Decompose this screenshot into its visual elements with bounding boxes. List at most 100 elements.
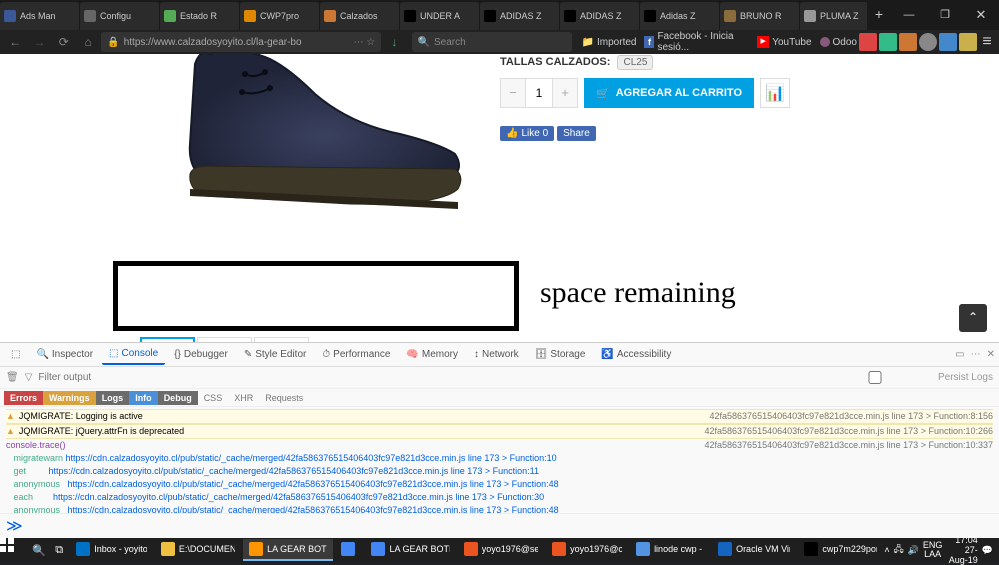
devtools-tab-storage[interactable]: 🗄 Storage bbox=[528, 345, 593, 364]
tray-volume-icon[interactable]: 🔊 bbox=[908, 545, 919, 556]
start-button[interactable] bbox=[0, 538, 29, 562]
minimize-button[interactable]: — bbox=[891, 0, 927, 30]
console-line[interactable]: ▲JQMIGRATE: Logging is active42fa5863765… bbox=[6, 409, 993, 424]
taskbar-item[interactable]: LA GEAR BOTI... bbox=[365, 539, 455, 561]
taskbar-item[interactable]: E:\DOCUMEN... bbox=[155, 539, 241, 561]
taskbar-item[interactable]: cwp7m229por... bbox=[798, 539, 883, 561]
compare-button[interactable]: 📊 bbox=[760, 78, 790, 108]
back-button[interactable]: ← bbox=[4, 32, 26, 52]
taskbar-search-icon[interactable]: 🔍 bbox=[29, 544, 49, 557]
tray-language[interactable]: ENG LAA bbox=[923, 541, 943, 559]
toggle-warnings[interactable]: Warnings bbox=[43, 391, 96, 405]
address-bar[interactable]: 🔒 https://www.calzadosyoyito.cl/la-gear-… bbox=[101, 32, 381, 52]
taskbar-item[interactable]: linode cwp - ... bbox=[630, 539, 710, 561]
console-prompt[interactable]: ≫ bbox=[0, 513, 999, 538]
fb-like-button[interactable]: 👍Like 0 bbox=[500, 126, 554, 141]
browser-tab[interactable]: Estado R bbox=[160, 2, 239, 30]
devtools-tab-console[interactable]: ⬚ Console bbox=[102, 344, 165, 365]
console-line[interactable]: anonymous https://cdn.calzadosyoyito.cl/… bbox=[6, 478, 993, 491]
size-value[interactable]: CL25 bbox=[617, 55, 653, 70]
console-filter-input[interactable] bbox=[38, 372, 170, 383]
console-line[interactable]: console.trace()42fa586376515406403fc97e8… bbox=[6, 439, 993, 452]
toggle-info[interactable]: Info bbox=[129, 391, 158, 405]
browser-tab[interactable]: ADIDAS Z bbox=[560, 2, 639, 30]
taskbar-item[interactable]: Inbox - yoyito... bbox=[70, 539, 153, 561]
new-tab-button[interactable]: + bbox=[867, 0, 891, 30]
home-button[interactable]: ⌂ bbox=[77, 32, 99, 52]
clear-console-icon[interactable]: 🗑 bbox=[6, 372, 19, 383]
browser-tab[interactable]: PLUMA Z bbox=[800, 2, 867, 30]
devtools-responsive-icon[interactable]: ▭ bbox=[955, 349, 964, 360]
browser-tab[interactable]: ADIDAS Z bbox=[480, 2, 559, 30]
taskbar-item[interactable]: yoyo1976@se... bbox=[458, 539, 544, 561]
browser-tab[interactable]: Ads Man bbox=[0, 2, 79, 30]
console-line[interactable]: each https://cdn.calzadosyoyito.cl/pub/s… bbox=[6, 491, 993, 504]
tray-notifications-icon[interactable]: 💬 bbox=[982, 545, 993, 556]
toggle-css[interactable]: CSS bbox=[198, 391, 229, 405]
thumbnail-2[interactable] bbox=[197, 337, 252, 342]
toggle-logs[interactable]: Logs bbox=[96, 391, 130, 405]
thumbnail-3[interactable] bbox=[254, 337, 309, 342]
ext-icon-2[interactable] bbox=[879, 33, 897, 51]
devtools-tab-inspector[interactable]: 🔍 Inspector bbox=[29, 345, 100, 364]
console-output[interactable]: ▲JQMIGRATE: Logging is active42fa5863765… bbox=[0, 407, 999, 513]
element-picker-icon[interactable]: ⬚ bbox=[4, 345, 27, 364]
forward-button[interactable]: → bbox=[28, 32, 50, 52]
qty-minus[interactable]: − bbox=[501, 79, 525, 107]
ext-icon-1[interactable] bbox=[859, 33, 877, 51]
bookmark-facebook[interactable]: fFacebook - Inicia sesió... bbox=[644, 31, 749, 53]
search-box[interactable]: 🔍 Search bbox=[412, 32, 572, 52]
reload-button[interactable]: ⟳ bbox=[53, 32, 75, 52]
tray-chevron-icon[interactable]: ˄ bbox=[884, 545, 889, 555]
product-main-image[interactable] bbox=[140, 54, 485, 254]
restore-button[interactable]: ❐ bbox=[927, 0, 963, 30]
taskbar-item[interactable]: yoyo1976@c... bbox=[546, 539, 628, 561]
downloads-button[interactable]: ↓ bbox=[383, 32, 405, 52]
browser-tab[interactable]: Adidas Z bbox=[640, 2, 719, 30]
taskbar-item[interactable] bbox=[335, 539, 363, 561]
bookmark-imported[interactable]: 📁Imported bbox=[582, 37, 637, 48]
console-line[interactable]: anonymous https://cdn.calzadosyoyito.cl/… bbox=[6, 504, 993, 513]
qty-value[interactable]: 1 bbox=[525, 79, 553, 107]
toggle-requests[interactable]: Requests bbox=[259, 391, 309, 405]
task-view-icon[interactable]: ⧉ bbox=[49, 544, 69, 557]
toggle-xhr[interactable]: XHR bbox=[228, 391, 259, 405]
console-line[interactable]: ▲JQMIGRATE: jQuery.attrFn is deprecated4… bbox=[6, 424, 993, 439]
devtools-tab-performance[interactable]: ⏱ Performance bbox=[315, 345, 397, 364]
tray-network-icon[interactable]: 🖧 bbox=[894, 542, 904, 558]
add-to-cart-button[interactable]: 🛒 AGREGAR AL CARRITO bbox=[584, 78, 754, 108]
devtools-menu-icon[interactable]: ⋯ bbox=[971, 349, 981, 360]
qty-plus[interactable]: + bbox=[553, 79, 577, 107]
menu-button[interactable]: ≡ bbox=[979, 33, 995, 51]
filter-icon: ▽ bbox=[25, 372, 33, 383]
devtools-tab-debugger[interactable]: {} Debugger bbox=[167, 345, 235, 364]
browser-tab[interactable]: BRUNO R bbox=[720, 2, 799, 30]
ext-icon-6[interactable] bbox=[959, 33, 977, 51]
taskbar-item[interactable]: Oracle VM Vir... bbox=[712, 539, 796, 561]
devtools-tab-accessibility[interactable]: ♿ Accessibility bbox=[594, 345, 678, 364]
close-button[interactable]: ✕ bbox=[963, 0, 999, 30]
taskbar-item[interactable]: LA GEAR BOTI... bbox=[243, 539, 333, 561]
console-line[interactable]: get https://cdn.calzadosyoyito.cl/pub/st… bbox=[6, 465, 993, 478]
thumbnail-1[interactable] bbox=[140, 337, 195, 342]
persist-logs-checkbox[interactable]: Persist Logs bbox=[815, 371, 993, 384]
scroll-to-top[interactable]: ⌃ bbox=[959, 304, 987, 332]
browser-tab[interactable]: UNDER A bbox=[400, 2, 479, 30]
browser-tab[interactable]: CWP7pro bbox=[240, 2, 319, 30]
devtools-tab-memory[interactable]: 🧠 Memory bbox=[399, 345, 465, 364]
toggle-debug[interactable]: Debug bbox=[158, 391, 198, 405]
bookmark-youtube[interactable]: ▶YouTube bbox=[757, 36, 811, 48]
fb-share-button[interactable]: Share bbox=[557, 126, 596, 141]
console-line[interactable]: migratewarn https://cdn.calzadosyoyito.c… bbox=[6, 452, 993, 465]
tray-clock[interactable]: 17:0427-Aug-19 bbox=[946, 535, 977, 565]
browser-tab[interactable]: Calzados bbox=[320, 2, 399, 30]
devtools-tab-style-editor[interactable]: ✎ Style Editor bbox=[237, 345, 314, 364]
ext-icon-5[interactable] bbox=[939, 33, 957, 51]
devtools-tab-network[interactable]: ↕ Network bbox=[467, 345, 526, 364]
ext-icon-4[interactable] bbox=[919, 33, 937, 51]
browser-tab[interactable]: Configu bbox=[80, 2, 159, 30]
ext-icon-3[interactable] bbox=[899, 33, 917, 51]
devtools-close-icon[interactable]: ✕ bbox=[987, 349, 995, 360]
toggle-errors[interactable]: Errors bbox=[4, 391, 43, 405]
bookmark-odoo[interactable]: Odoo bbox=[820, 37, 857, 48]
